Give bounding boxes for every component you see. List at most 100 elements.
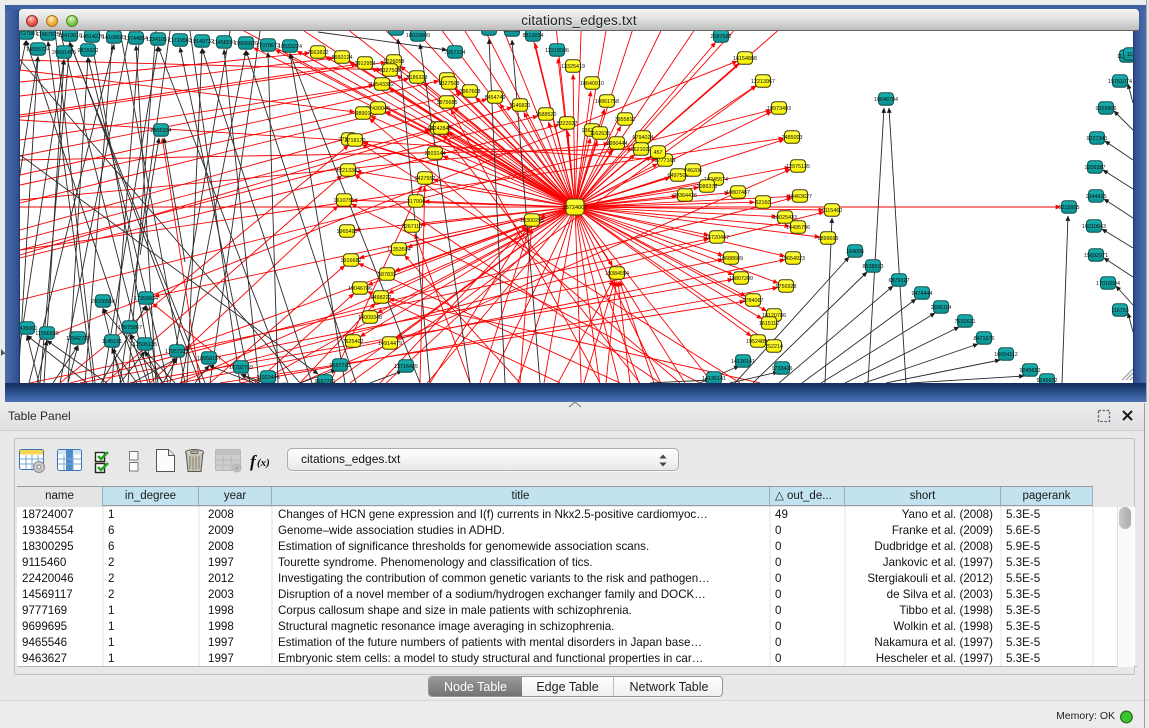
svg-text:2718170: 2718170 (345, 138, 366, 144)
svg-text:10688609: 10688609 (719, 256, 743, 262)
svg-text:20206556: 20206556 (91, 299, 115, 305)
svg-text:1610755: 1610755 (334, 198, 355, 204)
svg-text:17957225: 17957225 (165, 349, 189, 355)
svg-text:1916682: 1916682 (341, 258, 362, 264)
svg-text:11353594: 11353594 (387, 247, 411, 253)
svg-text:10958157: 10958157 (197, 356, 221, 362)
svg-text:2967608: 2967608 (460, 89, 481, 95)
svg-text:17078673: 17078673 (256, 43, 280, 49)
svg-text:8454749: 8454749 (485, 95, 506, 101)
svg-text:746206: 746206 (684, 168, 702, 174)
svg-text:8471676: 8471676 (974, 336, 995, 342)
svg-text:164095: 164095 (846, 249, 864, 255)
svg-text:8106: 8106 (483, 27, 495, 33)
svg-text:10973493: 10973493 (767, 106, 791, 112)
svg-text:9815922: 9815922 (78, 48, 99, 54)
svg-text:9657791: 9657791 (315, 379, 336, 385)
svg-text:9657791: 9657791 (330, 363, 351, 369)
svg-text:11556829: 11556829 (35, 331, 59, 337)
svg-text:19906820: 19906820 (234, 41, 258, 47)
svg-text:9329906: 9329906 (1096, 106, 1117, 112)
svg-text:10654112: 10654112 (994, 352, 1018, 358)
svg-text:9227341: 9227341 (1087, 136, 1108, 142)
svg-text:1244415: 1244415 (1086, 194, 1107, 200)
svg-text:5498222: 5498222 (371, 295, 392, 301)
svg-text:17359934: 17359934 (134, 296, 158, 302)
svg-text:16210643: 16210643 (1082, 224, 1106, 230)
svg-text:3267110: 3267110 (402, 224, 423, 230)
svg-text:7357224: 7357224 (445, 50, 466, 56)
svg-text:8660124: 8660124 (332, 55, 353, 61)
svg-text:10533224: 10533224 (278, 44, 302, 50)
svg-text:14009348: 14009348 (358, 315, 382, 321)
svg-text:8186328: 8186328 (407, 75, 428, 81)
svg-text:8938913: 8938913 (863, 264, 884, 270)
svg-text:9242848: 9242848 (431, 126, 452, 132)
svg-text:9146821: 9146821 (510, 103, 531, 109)
svg-text:15720407: 15720407 (705, 235, 729, 241)
svg-text:7663822: 7663822 (308, 50, 329, 56)
svg-text:1162635: 1162635 (590, 131, 611, 137)
svg-text:3912954: 3912954 (355, 61, 376, 67)
svg-text:12213383: 12213383 (336, 168, 360, 174)
svg-text:14614226: 14614226 (80, 34, 104, 40)
svg-text:18724007: 18724007 (563, 205, 588, 211)
svg-text:6794024: 6794024 (633, 135, 654, 141)
svg-text:20364436: 20364436 (673, 193, 697, 199)
svg-text:7625402: 7625402 (343, 339, 364, 345)
svg-text:9427552: 9427552 (415, 176, 436, 182)
svg-text:1209387: 1209387 (1085, 165, 1106, 171)
svg-text:14108603: 14108603 (102, 35, 126, 41)
svg-text:3875685: 3875685 (437, 100, 458, 106)
svg-text:14914479: 14914479 (378, 341, 402, 347)
svg-text:1965495: 1965495 (337, 229, 358, 235)
svg-text:10046786: 10046786 (348, 286, 372, 292)
svg-text:5215955: 5215955 (1059, 205, 1080, 211)
svg-text:1621022: 1621022 (631, 147, 652, 153)
svg-text:17016504: 17016504 (1096, 281, 1120, 287)
svg-text:10419610: 10419610 (58, 33, 82, 39)
svg-text:19384554: 19384554 (605, 271, 629, 277)
svg-text:6879197: 6879197 (889, 278, 910, 284)
svg-text:20727801: 20727801 (14, 31, 38, 37)
svg-text:1002284: 1002284 (386, 27, 407, 33)
svg-text:2087682: 2087682 (711, 34, 732, 40)
svg-text:10807487: 10807487 (726, 190, 750, 196)
svg-text:2086372: 2086372 (697, 184, 718, 190)
svg-text:112: 112 (1127, 52, 1136, 58)
svg-text:12341057: 12341057 (146, 37, 170, 43)
svg-text:457: 457 (654, 150, 663, 156)
svg-text:19149732: 19149732 (190, 39, 214, 45)
svg-text:16154808: 16154808 (733, 56, 757, 62)
svg-text:7632621: 7632621 (955, 319, 976, 325)
svg-text:10975867: 10975867 (118, 325, 142, 331)
svg-text:10648784: 10648784 (874, 97, 898, 103)
svg-text:9115460: 9115460 (822, 208, 843, 214)
svg-text:9784067: 9784067 (743, 298, 764, 304)
svg-text:18640910: 18640910 (580, 81, 604, 87)
svg-text:587833: 587833 (378, 272, 396, 278)
svg-text:20691406: 20691406 (52, 50, 76, 56)
svg-text:14136141: 14136141 (702, 376, 726, 382)
svg-text:8990444: 8990444 (607, 141, 628, 147)
svg-text:1588520: 1588520 (536, 112, 557, 118)
svg-text:6899695: 6899695 (818, 236, 839, 242)
svg-text:18300295: 18300295 (520, 218, 544, 224)
svg-text:14136141: 14136141 (731, 359, 755, 365)
svg-text:8322037: 8322037 (557, 121, 578, 127)
svg-text:15751074: 15751074 (1108, 79, 1132, 85)
svg-text:7955812: 7955812 (615, 117, 636, 123)
svg-text:16782759: 16782759 (229, 365, 253, 371)
svg-text:98901: 98901 (356, 111, 371, 117)
svg-text:62160: 62160 (756, 200, 771, 206)
svg-text:12505135: 12505135 (133, 342, 157, 348)
svg-text:12213967: 12213967 (751, 79, 775, 85)
svg-text:9245652: 9245652 (1037, 378, 1058, 384)
svg-text:(x): (x) (257, 457, 270, 469)
svg-text:12975135: 12975135 (786, 164, 810, 170)
svg-text:7485003: 7485003 (782, 135, 803, 141)
svg-text:317004: 317004 (407, 199, 425, 205)
svg-text:1733426: 1733426 (772, 366, 793, 372)
svg-text:11923446: 11923446 (256, 375, 280, 381)
svg-text:13325419: 13325419 (561, 64, 585, 70)
